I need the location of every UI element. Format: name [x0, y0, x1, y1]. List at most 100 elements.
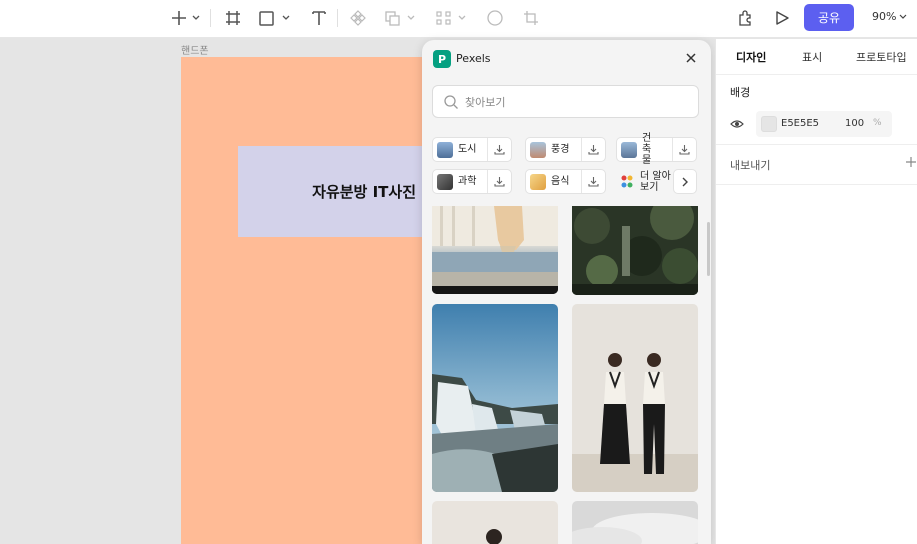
mask-button[interactable] [485, 6, 505, 30]
pexels-title: Pexels [456, 52, 491, 65]
tab-design[interactable]: 디자인 [736, 49, 766, 65]
category-science[interactable]: 과학 [432, 169, 512, 194]
top-toolbar: 공유 90% [0, 0, 917, 38]
text-icon [312, 11, 326, 25]
shape-tool-button[interactable] [258, 6, 292, 30]
photo-street[interactable] [432, 206, 558, 294]
photo-forest-image [572, 206, 698, 295]
pexels-panel: P Pexels 도시 풍경 건축물 과학 음식 더 알아보기 [422, 40, 711, 544]
search-box[interactable] [432, 85, 699, 118]
export-section-title: 내보내기 [730, 159, 771, 172]
properties-sidebar: 디자인 표시 프로토타입 배경 E5E5E5 100 % 내보내기 [715, 39, 917, 544]
download-button[interactable] [672, 138, 696, 161]
background-swatch[interactable] [761, 116, 777, 132]
photo-portrait[interactable] [432, 501, 558, 544]
download-button[interactable] [581, 138, 605, 161]
boolean-icon [385, 11, 415, 26]
search-input[interactable] [465, 93, 685, 111]
download-button[interactable] [487, 170, 511, 193]
photo-portrait-image [432, 501, 558, 544]
toolbar-divider [210, 9, 211, 27]
add-export-icon[interactable] [905, 156, 917, 168]
phone-frame[interactable]: 자유분방 IT사진 [181, 57, 431, 544]
panel-scrollbar[interactable] [707, 222, 710, 276]
play-icon [776, 11, 789, 25]
crop-button[interactable] [521, 6, 541, 30]
category-landscape[interactable]: 풍경 [525, 137, 606, 162]
puzzle-icon [739, 10, 751, 26]
category-label: 건축물 [642, 133, 652, 166]
banner-text-box[interactable]: 자유분방 IT사진 [238, 146, 428, 237]
pexels-header: P Pexels [422, 40, 711, 78]
photo-street-image [432, 206, 558, 294]
add-icon [172, 11, 200, 25]
category-food[interactable]: 음식 [525, 169, 606, 194]
download-icon [588, 177, 599, 187]
background-section-title: 배경 [730, 86, 751, 99]
background-color-field[interactable]: E5E5E5 100 % [756, 111, 892, 137]
section-divider [716, 184, 917, 185]
frame-tool-button[interactable] [223, 6, 243, 30]
category-thumbnail [530, 141, 546, 158]
category-label: 과학 [458, 176, 477, 187]
category-label: 풍경 [551, 144, 570, 155]
category-city[interactable]: 도시 [432, 137, 512, 162]
search-icon [444, 95, 458, 109]
category-label: 음식 [551, 176, 570, 187]
frame-icon [226, 11, 240, 25]
crop-icon [524, 11, 538, 25]
section-divider [716, 144, 917, 145]
shape-icon [259, 11, 290, 26]
photo-twins-image [572, 304, 698, 492]
share-button[interactable]: 공유 [804, 4, 854, 31]
category-thumbnail [621, 141, 637, 158]
eye-icon[interactable] [730, 118, 744, 130]
text-tool-button[interactable] [309, 6, 329, 30]
photo-clouds[interactable] [572, 501, 698, 544]
next-categories-button[interactable] [673, 169, 697, 194]
close-icon[interactable] [684, 51, 698, 65]
zoom-value: 90% [872, 10, 897, 23]
background-opacity[interactable]: 100 [845, 118, 864, 129]
photo-forest[interactable] [572, 206, 698, 295]
download-icon [679, 145, 690, 155]
download-button[interactable] [487, 138, 511, 161]
frame-label[interactable]: 핸드폰 [181, 42, 209, 57]
zoom-dropdown[interactable]: 90% [872, 10, 908, 23]
add-button[interactable] [169, 6, 203, 30]
background-fill-row: E5E5E5 100 % [716, 111, 917, 139]
category-thumbnail [530, 173, 546, 190]
photo-twins[interactable] [572, 304, 698, 492]
percent-sign: % [873, 118, 882, 128]
download-button[interactable] [581, 170, 605, 193]
component-button[interactable] [347, 6, 369, 30]
download-icon [494, 145, 505, 155]
download-icon [494, 177, 505, 187]
chevron-right-icon [682, 177, 688, 186]
pexels-logo-icon: P [433, 50, 451, 68]
chevron-down-icon [900, 14, 907, 19]
color-dots-icon [621, 175, 633, 187]
plugin-button[interactable] [735, 6, 757, 30]
category-more[interactable]: 더 알아보기 [616, 169, 671, 194]
more-label: 더 알아보기 [640, 170, 671, 193]
category-thumbnail [437, 141, 453, 158]
component-icon [350, 10, 366, 26]
photo-waterfall[interactable] [432, 304, 558, 492]
photo-clouds-image [572, 501, 698, 544]
category-thumbnail [437, 173, 453, 190]
boolean-button[interactable] [384, 6, 418, 30]
banner-text: 자유분방 IT사진 [312, 183, 416, 201]
sidebar-tabs: 디자인 표시 프로토타입 [716, 39, 917, 75]
tab-prototype[interactable]: 프로토타입 [856, 49, 907, 65]
category-architecture[interactable]: 건축물 [616, 133, 697, 166]
toolbar-divider [337, 9, 338, 27]
align-icon [436, 11, 466, 25]
download-icon [588, 145, 599, 155]
photo-waterfall-image [432, 304, 558, 492]
align-button[interactable] [435, 6, 469, 30]
background-hex[interactable]: E5E5E5 [781, 118, 819, 129]
mask-icon [487, 10, 503, 26]
preview-button[interactable] [772, 6, 792, 30]
tab-view[interactable]: 표시 [802, 49, 822, 65]
